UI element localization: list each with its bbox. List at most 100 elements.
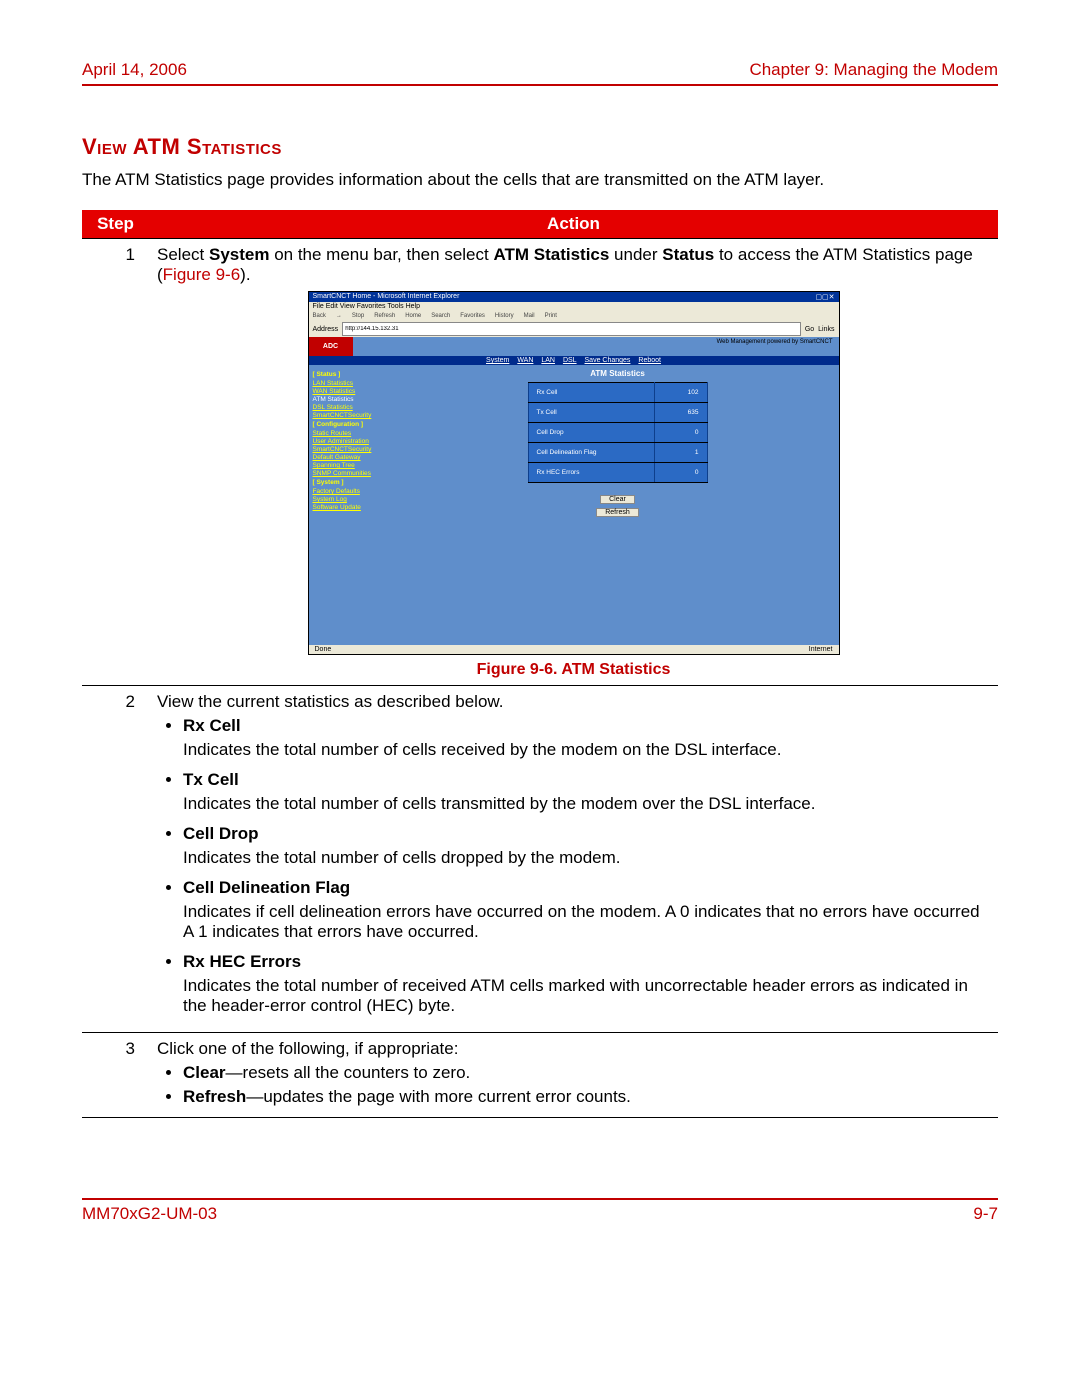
- nav-save[interactable]: Save Changes: [585, 357, 631, 364]
- t: ).: [240, 265, 250, 284]
- col-action: Action: [149, 210, 998, 239]
- t: on the menu bar, then select: [269, 245, 493, 264]
- browser-status: Done Internet: [309, 645, 839, 654]
- col-step: Step: [82, 210, 149, 239]
- figure-ref: Figure 9-6: [163, 265, 240, 284]
- go-button[interactable]: Go: [805, 326, 814, 333]
- side-routes[interactable]: Static Routes: [313, 430, 393, 437]
- stat-k: Rx HEC Errors: [528, 463, 654, 483]
- side-sec2[interactable]: SmartCNCTSecurity: [313, 446, 393, 453]
- section-intro: The ATM Statistics page provides informa…: [82, 170, 998, 190]
- top-nav: System WAN LAN DSL Save Changes Reboot: [309, 356, 839, 365]
- desc-hec: Indicates the total number of received A…: [183, 976, 990, 1016]
- adc-logo: ADC: [309, 337, 353, 356]
- term-hec: Rx HEC Errors: [183, 952, 301, 971]
- tool-print[interactable]: Print: [545, 313, 557, 319]
- stat-k: Rx Cell: [528, 383, 654, 403]
- side-useradmin[interactable]: User Administration: [313, 438, 393, 445]
- nav-reboot[interactable]: Reboot: [638, 357, 661, 364]
- footer-doc: MM70xG2-UM-03: [82, 1204, 217, 1224]
- desc-drop: Indicates the total number of cells drop…: [183, 848, 990, 868]
- tool-search[interactable]: Search: [431, 313, 450, 319]
- main-area: ATM Statistics Rx Cell102 Tx Cell635 Cel…: [397, 365, 839, 645]
- window-title: SmartCNCT Home - Microsoft Internet Expl…: [313, 293, 460, 301]
- window-controls-icon: ▢▢✕: [815, 293, 834, 301]
- tool-stop[interactable]: Stop: [352, 313, 364, 319]
- main-title: ATM Statistics: [407, 369, 829, 378]
- tool-back[interactable]: Back: [313, 313, 326, 319]
- side-sw[interactable]: Software Update: [313, 504, 393, 511]
- bold-atm: ATM Statistics: [493, 245, 609, 264]
- nav-lan[interactable]: LAN: [541, 357, 555, 364]
- header-line: April 14, 2006 Chapter 9: Managing the M…: [82, 60, 998, 80]
- header-chapter: Chapter 9: Managing the Modem: [749, 60, 998, 80]
- web-mgmt-label: Web Management powered by SmartCNCT: [353, 337, 839, 356]
- step3-num: 3: [82, 1033, 149, 1118]
- side-dsl[interactable]: DSL Statistics: [313, 404, 393, 411]
- side-factory[interactable]: Factory Defaults: [313, 488, 393, 495]
- tool-hist[interactable]: History: [495, 313, 514, 319]
- footer-rule: [82, 1198, 998, 1200]
- nav-dsl[interactable]: DSL: [563, 357, 577, 364]
- stat-v: 0: [654, 423, 707, 443]
- side-lan[interactable]: LAN Statistics: [313, 380, 393, 387]
- browser-menubar: File Edit View Favorites Tools Help: [309, 302, 839, 311]
- clear-button[interactable]: Clear: [600, 495, 635, 504]
- stat-v: 102: [654, 383, 707, 403]
- desc-tx: Indicates the total number of cells tran…: [183, 794, 990, 814]
- step3-action: Click one of the following, if appropria…: [149, 1033, 998, 1118]
- refresh-button[interactable]: Refresh: [596, 508, 639, 517]
- desc-cdf: Indicates if cell delineation errors hav…: [183, 902, 990, 942]
- steps-table: Step Action 1 Select System on the menu …: [82, 210, 998, 1118]
- stat-v: 0: [654, 463, 707, 483]
- address-input[interactable]: [342, 322, 801, 336]
- tool-fav[interactable]: Favorites: [460, 313, 485, 319]
- address-label: Address: [313, 326, 339, 333]
- side-status-hdr: [ Status ]: [313, 371, 393, 378]
- side-atm[interactable]: ATM Statistics: [313, 396, 393, 403]
- tool-forward[interactable]: →: [336, 313, 342, 319]
- desc-refresh: —updates the page with more current erro…: [246, 1087, 631, 1106]
- stat-k: Tx Cell: [528, 403, 654, 423]
- address-bar: Address Go Links: [309, 321, 839, 337]
- side-gw[interactable]: Default Gateway: [313, 454, 393, 461]
- header-date: April 14, 2006: [82, 60, 187, 80]
- side-sec1[interactable]: SmartCNCTSecurity: [313, 412, 393, 419]
- t: Select: [157, 245, 209, 264]
- side-snmp[interactable]: SNMP Communities: [313, 470, 393, 477]
- side-stp[interactable]: Spanning Tree: [313, 462, 393, 469]
- header-rule: [82, 84, 998, 86]
- tool-refresh[interactable]: Refresh: [374, 313, 395, 319]
- stat-k: Cell Drop: [528, 423, 654, 443]
- step1-num: 1: [82, 239, 149, 686]
- nav-wan[interactable]: WAN: [517, 357, 533, 364]
- section-title: View ATM Statistics: [82, 134, 998, 160]
- browser-titlebar: SmartCNCT Home - Microsoft Internet Expl…: [309, 292, 839, 302]
- t: under: [609, 245, 662, 264]
- step2-num: 2: [82, 686, 149, 1033]
- side-wan[interactable]: WAN Statistics: [313, 388, 393, 395]
- sidebar: [ Status ] LAN Statistics WAN Statistics…: [309, 365, 397, 645]
- tool-mail[interactable]: Mail: [524, 313, 535, 319]
- step1-action: Select System on the menu bar, then sele…: [149, 239, 998, 686]
- desc-rx: Indicates the total number of cells rece…: [183, 740, 990, 760]
- side-syslog[interactable]: System Log: [313, 496, 393, 503]
- bullet-clear: Clear—resets all the counters to zero.: [183, 1063, 990, 1083]
- browser-toolbar: Back → Stop Refresh Home Search Favorite…: [309, 311, 839, 321]
- term-rx: Rx Cell: [183, 716, 241, 735]
- status-internet: Internet: [809, 646, 833, 653]
- term-tx: Tx Cell: [183, 770, 239, 789]
- side-config-hdr: [ Configuration ]: [313, 421, 393, 428]
- stat-v: 1: [654, 443, 707, 463]
- screenshot: SmartCNCT Home - Microsoft Internet Expl…: [308, 291, 840, 655]
- bold-status: Status: [662, 245, 714, 264]
- term-clear: Clear: [183, 1063, 226, 1082]
- term-refresh: Refresh: [183, 1087, 246, 1106]
- nav-system[interactable]: System: [486, 357, 509, 364]
- bold-system: System: [209, 245, 269, 264]
- tool-home[interactable]: Home: [405, 313, 421, 319]
- stat-k: Cell Delineation Flag: [528, 443, 654, 463]
- status-done: Done: [315, 646, 332, 653]
- footer-page: 9-7: [973, 1204, 998, 1224]
- figure-caption: Figure 9-6. ATM Statistics: [157, 661, 990, 679]
